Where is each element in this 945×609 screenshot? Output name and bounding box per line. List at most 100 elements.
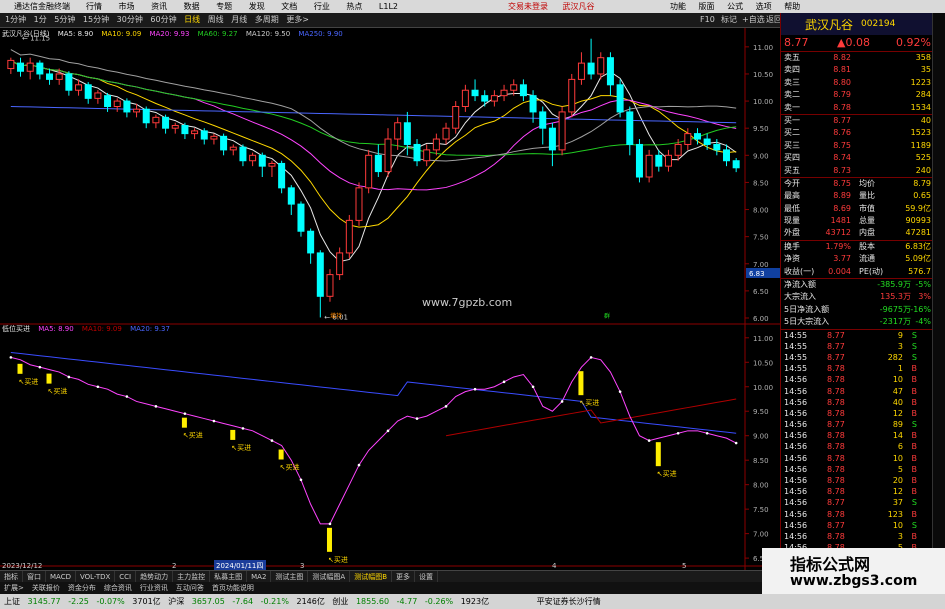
period-weekly[interactable]: 周线 bbox=[208, 13, 224, 27]
ask-label: 卖五 bbox=[784, 53, 800, 62]
ask-book: 卖五 8.82 358 卖四 8.81 35 卖三 8.80 1223 卖二 8.79 284 卖一 8.… bbox=[781, 51, 933, 114]
tick-time: 14:56 bbox=[784, 386, 808, 396]
period-multi[interactable]: 多周期 bbox=[255, 13, 279, 27]
sub-y-tick-label: 9.50 bbox=[753, 408, 769, 416]
stat-value: 576.7 bbox=[908, 266, 931, 276]
candle-body bbox=[36, 62, 44, 75]
period-monthly[interactable]: 月线 bbox=[231, 13, 247, 27]
x-axis-tick: 4 bbox=[552, 562, 557, 570]
menu-formula[interactable]: 公式 bbox=[727, 2, 743, 11]
menu-item-l1l2[interactable]: L1L2 bbox=[379, 2, 398, 11]
candle-body bbox=[278, 162, 286, 189]
tick-volume: 6 bbox=[897, 442, 903, 452]
main-menu: 行情 市场 资讯 数据 专题 发现 文档 行业 热点 L1L2 bbox=[86, 1, 412, 12]
bid-label: 买四 bbox=[784, 153, 800, 163]
tick-time: 14:55 bbox=[784, 330, 808, 340]
cy-label[interactable]: 创业 bbox=[332, 594, 348, 609]
y-tick-label: 6.00 bbox=[753, 315, 769, 323]
tick-price: 8.78 bbox=[827, 364, 845, 374]
stock-name: 武汉凡谷 bbox=[805, 18, 854, 32]
menu-item-data[interactable]: 数据 bbox=[184, 2, 200, 11]
stat-value: 43712 bbox=[825, 228, 851, 238]
sh-label[interactable]: 上证 bbox=[4, 594, 20, 609]
candle-body bbox=[703, 138, 711, 145]
period-30min[interactable]: 30分钟 bbox=[117, 13, 143, 27]
candle-body bbox=[171, 124, 179, 129]
buy-signal-bar bbox=[578, 371, 584, 396]
osc-point bbox=[589, 356, 593, 359]
y-tick-label: 6.50 bbox=[753, 288, 769, 296]
candle-body bbox=[577, 62, 585, 80]
tick-side: S bbox=[911, 330, 917, 340]
info-tab[interactable]: 关联报价 bbox=[28, 582, 64, 594]
period-15min[interactable]: 15分钟 bbox=[83, 13, 109, 27]
info-tab[interactable]: 互动问答 bbox=[172, 582, 208, 594]
sz-label[interactable]: 沪深 bbox=[168, 594, 184, 609]
bid-label: 买二 bbox=[784, 128, 800, 138]
menu-options[interactable]: 选项 bbox=[756, 2, 772, 11]
candle-body bbox=[394, 122, 402, 140]
bid-label: 买一 bbox=[784, 115, 800, 125]
bid-price: 8.73 bbox=[833, 165, 851, 175]
mark-button[interactable]: 标记 bbox=[721, 13, 737, 27]
menu-item-quotes[interactable]: 行情 bbox=[86, 2, 102, 11]
info-tab[interactable]: 综合资讯 bbox=[100, 582, 136, 594]
buy-signal-bar bbox=[278, 449, 284, 460]
menu-item-discover[interactable]: 发现 bbox=[249, 2, 265, 11]
sz-change: -7.64 bbox=[232, 597, 254, 606]
period-1min[interactable]: 1分 bbox=[34, 13, 47, 27]
chart-area[interactable]: 11.0010.5010.009.509.008.508.007.507.006… bbox=[0, 28, 780, 570]
period-1min-a[interactable]: 1分钟 bbox=[5, 13, 26, 27]
info-tab[interactable]: 首页功能说明 bbox=[208, 582, 258, 594]
menu-item-industry[interactable]: 行业 bbox=[314, 2, 330, 11]
ask-volume: 1534 bbox=[910, 102, 931, 112]
sh-change: -2.25 bbox=[68, 597, 89, 606]
buy-signal-label: ↖买进 bbox=[183, 432, 203, 440]
menu-item-hotspot[interactable]: 热点 bbox=[346, 2, 362, 11]
tick-list[interactable]: 14:55 8.77 9 S 14:55 8.77 3 S 14:55 8.77 282 S 14:55… bbox=[781, 328, 933, 554]
candle-body bbox=[568, 78, 576, 113]
flow-value: -385.9万 bbox=[877, 280, 911, 290]
bid-price: 8.76 bbox=[833, 128, 851, 138]
menu-item-news[interactable]: 资讯 bbox=[151, 2, 167, 11]
y-tick-label: 11.00 bbox=[753, 44, 773, 52]
menu-item-topics[interactable]: 专题 bbox=[216, 2, 232, 11]
bid-book: 买一 8.77 40 买二 8.76 1523 买三 8.75 1189 买四 8.74 525 买五 8… bbox=[781, 113, 933, 177]
tick-row: 14:56 8.78 123 B bbox=[781, 509, 933, 520]
event-marker-b: 群 bbox=[604, 312, 610, 320]
tick-side: S bbox=[911, 520, 917, 530]
candle-body bbox=[461, 89, 469, 107]
ma10-legend: MA10: 9.09 bbox=[101, 30, 142, 38]
period-60min[interactable]: 60分钟 bbox=[150, 13, 176, 27]
info-tab[interactable]: 扩展> bbox=[0, 582, 28, 594]
period-more[interactable]: 更多> bbox=[286, 13, 309, 27]
side-toolstrip[interactable] bbox=[932, 13, 945, 575]
tick-time: 14:56 bbox=[784, 397, 808, 407]
stat-key: 换手 bbox=[784, 241, 800, 251]
candle-body bbox=[220, 135, 228, 151]
candle-body bbox=[287, 187, 295, 205]
info-tab[interactable]: 资金分布 bbox=[64, 582, 100, 594]
tick-time: 14:56 bbox=[784, 476, 808, 486]
period-5min[interactable]: 5分钟 bbox=[54, 13, 75, 27]
osc-point bbox=[618, 390, 622, 393]
candle-body bbox=[336, 252, 344, 276]
candle-body bbox=[297, 203, 305, 232]
buy-signal-bar bbox=[230, 429, 236, 440]
info-tab[interactable]: 行业资讯 bbox=[136, 582, 172, 594]
menu-item-market[interactable]: 市场 bbox=[119, 2, 135, 11]
menu-item-docs[interactable]: 文档 bbox=[281, 2, 297, 11]
trade-login-link[interactable]: 交易未登录 bbox=[508, 2, 548, 11]
menu-layout[interactable]: 版面 bbox=[699, 2, 715, 11]
candle-body bbox=[258, 154, 266, 167]
menu-function[interactable]: 功能 bbox=[670, 2, 686, 11]
flow-row: 大宗流入 135.3万 3% bbox=[781, 291, 933, 303]
flow-row: 净流入额 -385.9万 -5% bbox=[781, 279, 933, 291]
bid-volume: 40 bbox=[920, 115, 931, 125]
tick-volume: 40 bbox=[892, 397, 903, 407]
f10-button[interactable]: F10 bbox=[700, 13, 715, 27]
menu-help[interactable]: 帮助 bbox=[784, 2, 800, 11]
period-daily[interactable]: 日线 bbox=[184, 13, 200, 27]
add-watchlist-button[interactable]: +自选 bbox=[742, 13, 765, 27]
y-tick-label: 9.50 bbox=[753, 125, 769, 133]
